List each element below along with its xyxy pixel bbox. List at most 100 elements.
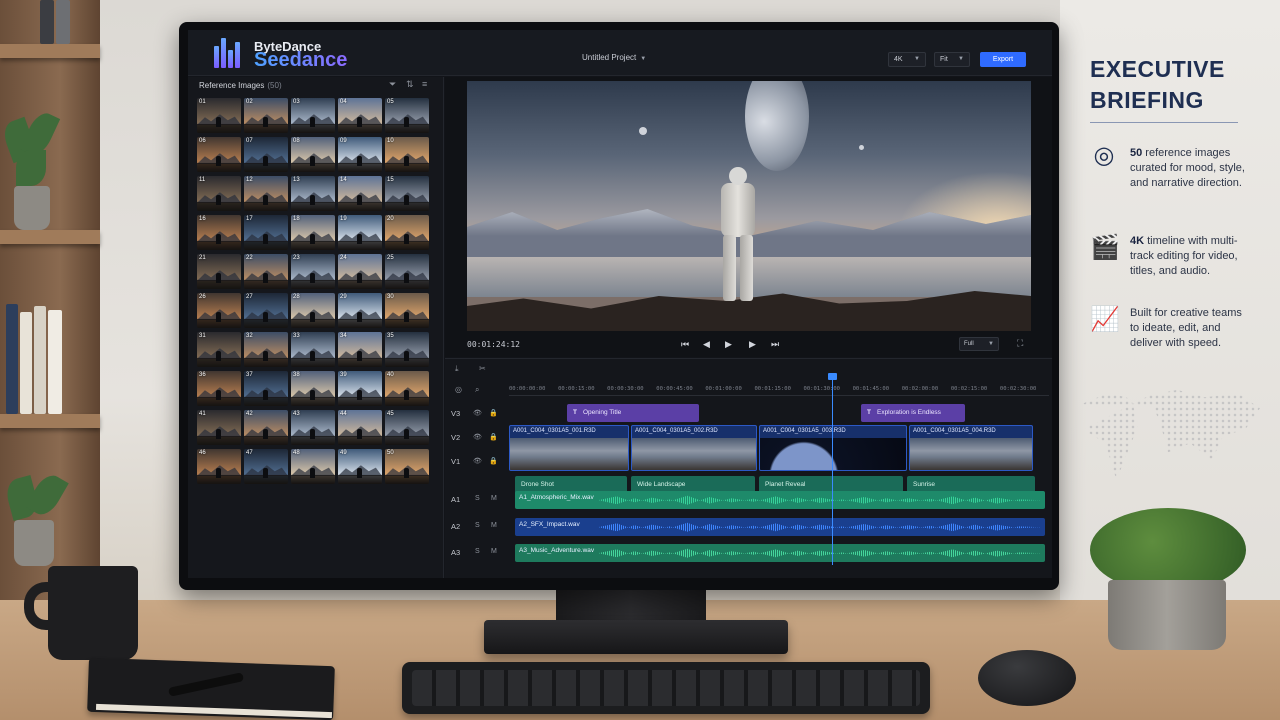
playhead-line[interactable] [832,373,833,565]
text-icon: T [573,409,577,416]
reference-thumbnail[interactable]: 43 [291,410,335,445]
reference-thumbnail[interactable]: 34 [338,332,382,367]
step-back-icon[interactable]: ◀ [703,339,710,350]
reference-thumbnail[interactable]: 47 [244,449,288,484]
reference-thumbnail[interactable]: 21 [197,254,241,289]
import-icon[interactable]: ⤓ [455,364,459,374]
thumbnail-number: 45 [387,411,394,417]
play-icon[interactable]: ▶ [725,339,732,350]
mute-button-a1[interactable]: M [491,495,497,502]
reference-thumbnail[interactable]: 22 [244,254,288,289]
export-button[interactable]: Export [980,52,1026,67]
reference-thumbnail[interactable]: 12 [244,176,288,211]
reference-thumbnail[interactable]: 15 [385,176,429,211]
lock-icon[interactable]: 🔒 [489,433,498,441]
audio-clip[interactable]: A2_SFX_Impact.wav [515,518,1045,536]
resolution-select[interactable]: 4K ▼ [888,52,926,67]
list-view-icon[interactable]: ≡ [422,79,427,89]
video-preview[interactable] [467,81,1031,331]
solo-button-a2[interactable]: S [475,522,480,529]
reference-thumbnail[interactable]: 10 [385,137,429,172]
reference-thumbnail[interactable]: 40 [385,371,429,406]
timeline-ruler[interactable]: 00:00:00:00 00:00:15:00 00:00:30:00 00:00:4… [509,384,1049,396]
reference-thumbnail[interactable]: 03 [291,98,335,133]
reference-thumbnail[interactable]: 09 [338,137,382,172]
reference-thumbnail[interactable]: 05 [385,98,429,133]
reference-thumbnail[interactable]: 16 [197,215,241,250]
razor-tool-icon[interactable]: ✂ [479,364,486,373]
reference-thumbnail[interactable]: 11 [197,176,241,211]
reference-thumbnail[interactable]: 25 [385,254,429,289]
reference-thumbnail[interactable]: 29 [338,293,382,328]
mute-button-a2[interactable]: M [491,522,497,529]
reference-thumbnail[interactable]: 48 [291,449,335,484]
reference-thumbnail[interactable]: 39 [338,371,382,406]
thumbnail-number: 24 [340,255,347,261]
reference-thumbnail[interactable]: 07 [244,137,288,172]
snap-icon[interactable]: ◎ [455,385,462,394]
reference-thumbnail[interactable]: 30 [385,293,429,328]
zoom-icon[interactable]: ⌕ [475,385,479,395]
visibility-eye-icon[interactable]: 👁 [473,457,482,465]
zoom-select[interactable]: Fit ▼ [934,52,970,67]
reference-thumbnail[interactable]: 23 [291,254,335,289]
reference-thumbnail[interactable]: 18 [291,215,335,250]
reference-thumbnail[interactable]: 27 [244,293,288,328]
video-clip[interactable]: A001_C004_0301A5_003.R3D [759,425,907,471]
reference-thumbnail[interactable]: 31 [197,332,241,367]
playhead-handle[interactable] [828,373,837,380]
reference-thumbnail[interactable]: 46 [197,449,241,484]
reference-thumbnail[interactable]: 44 [338,410,382,445]
reference-thumbnail[interactable]: 36 [197,371,241,406]
filter-icon[interactable]: ⏷ [389,79,396,90]
reference-thumbnail[interactable]: 04 [338,98,382,133]
audio-clip[interactable]: A1_Atmospheric_Mix.wav [515,491,1045,509]
solo-button-a1[interactable]: S [475,495,480,502]
reference-thumbnail[interactable]: 41 [197,410,241,445]
reference-thumbnail[interactable]: 02 [244,98,288,133]
reference-thumbnail[interactable]: 13 [291,176,335,211]
sort-icon[interactable]: ⇅ [406,79,414,90]
title-clip[interactable]: T Opening Title [567,404,699,422]
thumbnail-figure [216,429,221,439]
reference-thumbnail[interactable]: 38 [291,371,335,406]
solo-button-a3[interactable]: S [475,548,480,555]
reference-thumbnail[interactable]: 42 [244,410,288,445]
step-forward-icon[interactable]: ▶ [749,339,756,350]
reference-thumbnail[interactable]: 14 [338,176,382,211]
visibility-eye-icon[interactable]: 👁 [473,409,482,417]
reference-thumbnail[interactable]: 32 [244,332,288,367]
reference-thumbnail[interactable]: 19 [338,215,382,250]
video-clip[interactable]: A001_C004_0301A5_001.R3D [509,425,629,471]
reference-thumbnail[interactable]: 49 [338,449,382,484]
audio-clip-name: A1_Atmospheric_Mix.wav [519,494,594,501]
playback-quality-select[interactable]: Full ▼ [959,337,999,351]
video-clip[interactable]: A001_C004_0301A5_004.R3D [909,425,1033,471]
fullscreen-icon[interactable]: ⛶ [1017,338,1023,349]
video-clip[interactable]: A001_C004_0301A5_002.R3D [631,425,757,471]
mute-button-a3[interactable]: M [491,548,497,555]
keyboard [402,662,930,714]
lock-icon[interactable]: 🔒 [489,409,498,417]
reference-thumbnail[interactable]: 06 [197,137,241,172]
reference-thumbnail[interactable]: 08 [291,137,335,172]
skip-end-icon[interactable]: ⏭ [771,339,779,350]
reference-thumbnail[interactable]: 37 [244,371,288,406]
audio-clip[interactable]: A3_Music_Adventure.wav [515,544,1045,562]
project-title-dropdown[interactable]: Untitled Project ▼ [582,53,646,62]
reference-thumbnail[interactable]: 24 [338,254,382,289]
reference-thumbnail[interactable]: 28 [291,293,335,328]
reference-thumbnail[interactable]: 01 [197,98,241,133]
title-clip[interactable]: T Exploration is Endless [861,404,965,422]
reference-thumbnail[interactable]: 33 [291,332,335,367]
lock-icon[interactable]: 🔒 [489,457,498,465]
reference-thumbnail[interactable]: 26 [197,293,241,328]
reference-thumbnail[interactable]: 17 [244,215,288,250]
reference-thumbnail[interactable]: 35 [385,332,429,367]
reference-thumbnail[interactable]: 45 [385,410,429,445]
reference-thumbnail[interactable]: 20 [385,215,429,250]
reference-thumbnail[interactable]: 50 [385,449,429,484]
visibility-eye-icon[interactable]: 👁 [473,433,482,441]
skip-start-icon[interactable]: ⏮ [681,339,689,350]
thumbnail-figure [310,390,315,400]
